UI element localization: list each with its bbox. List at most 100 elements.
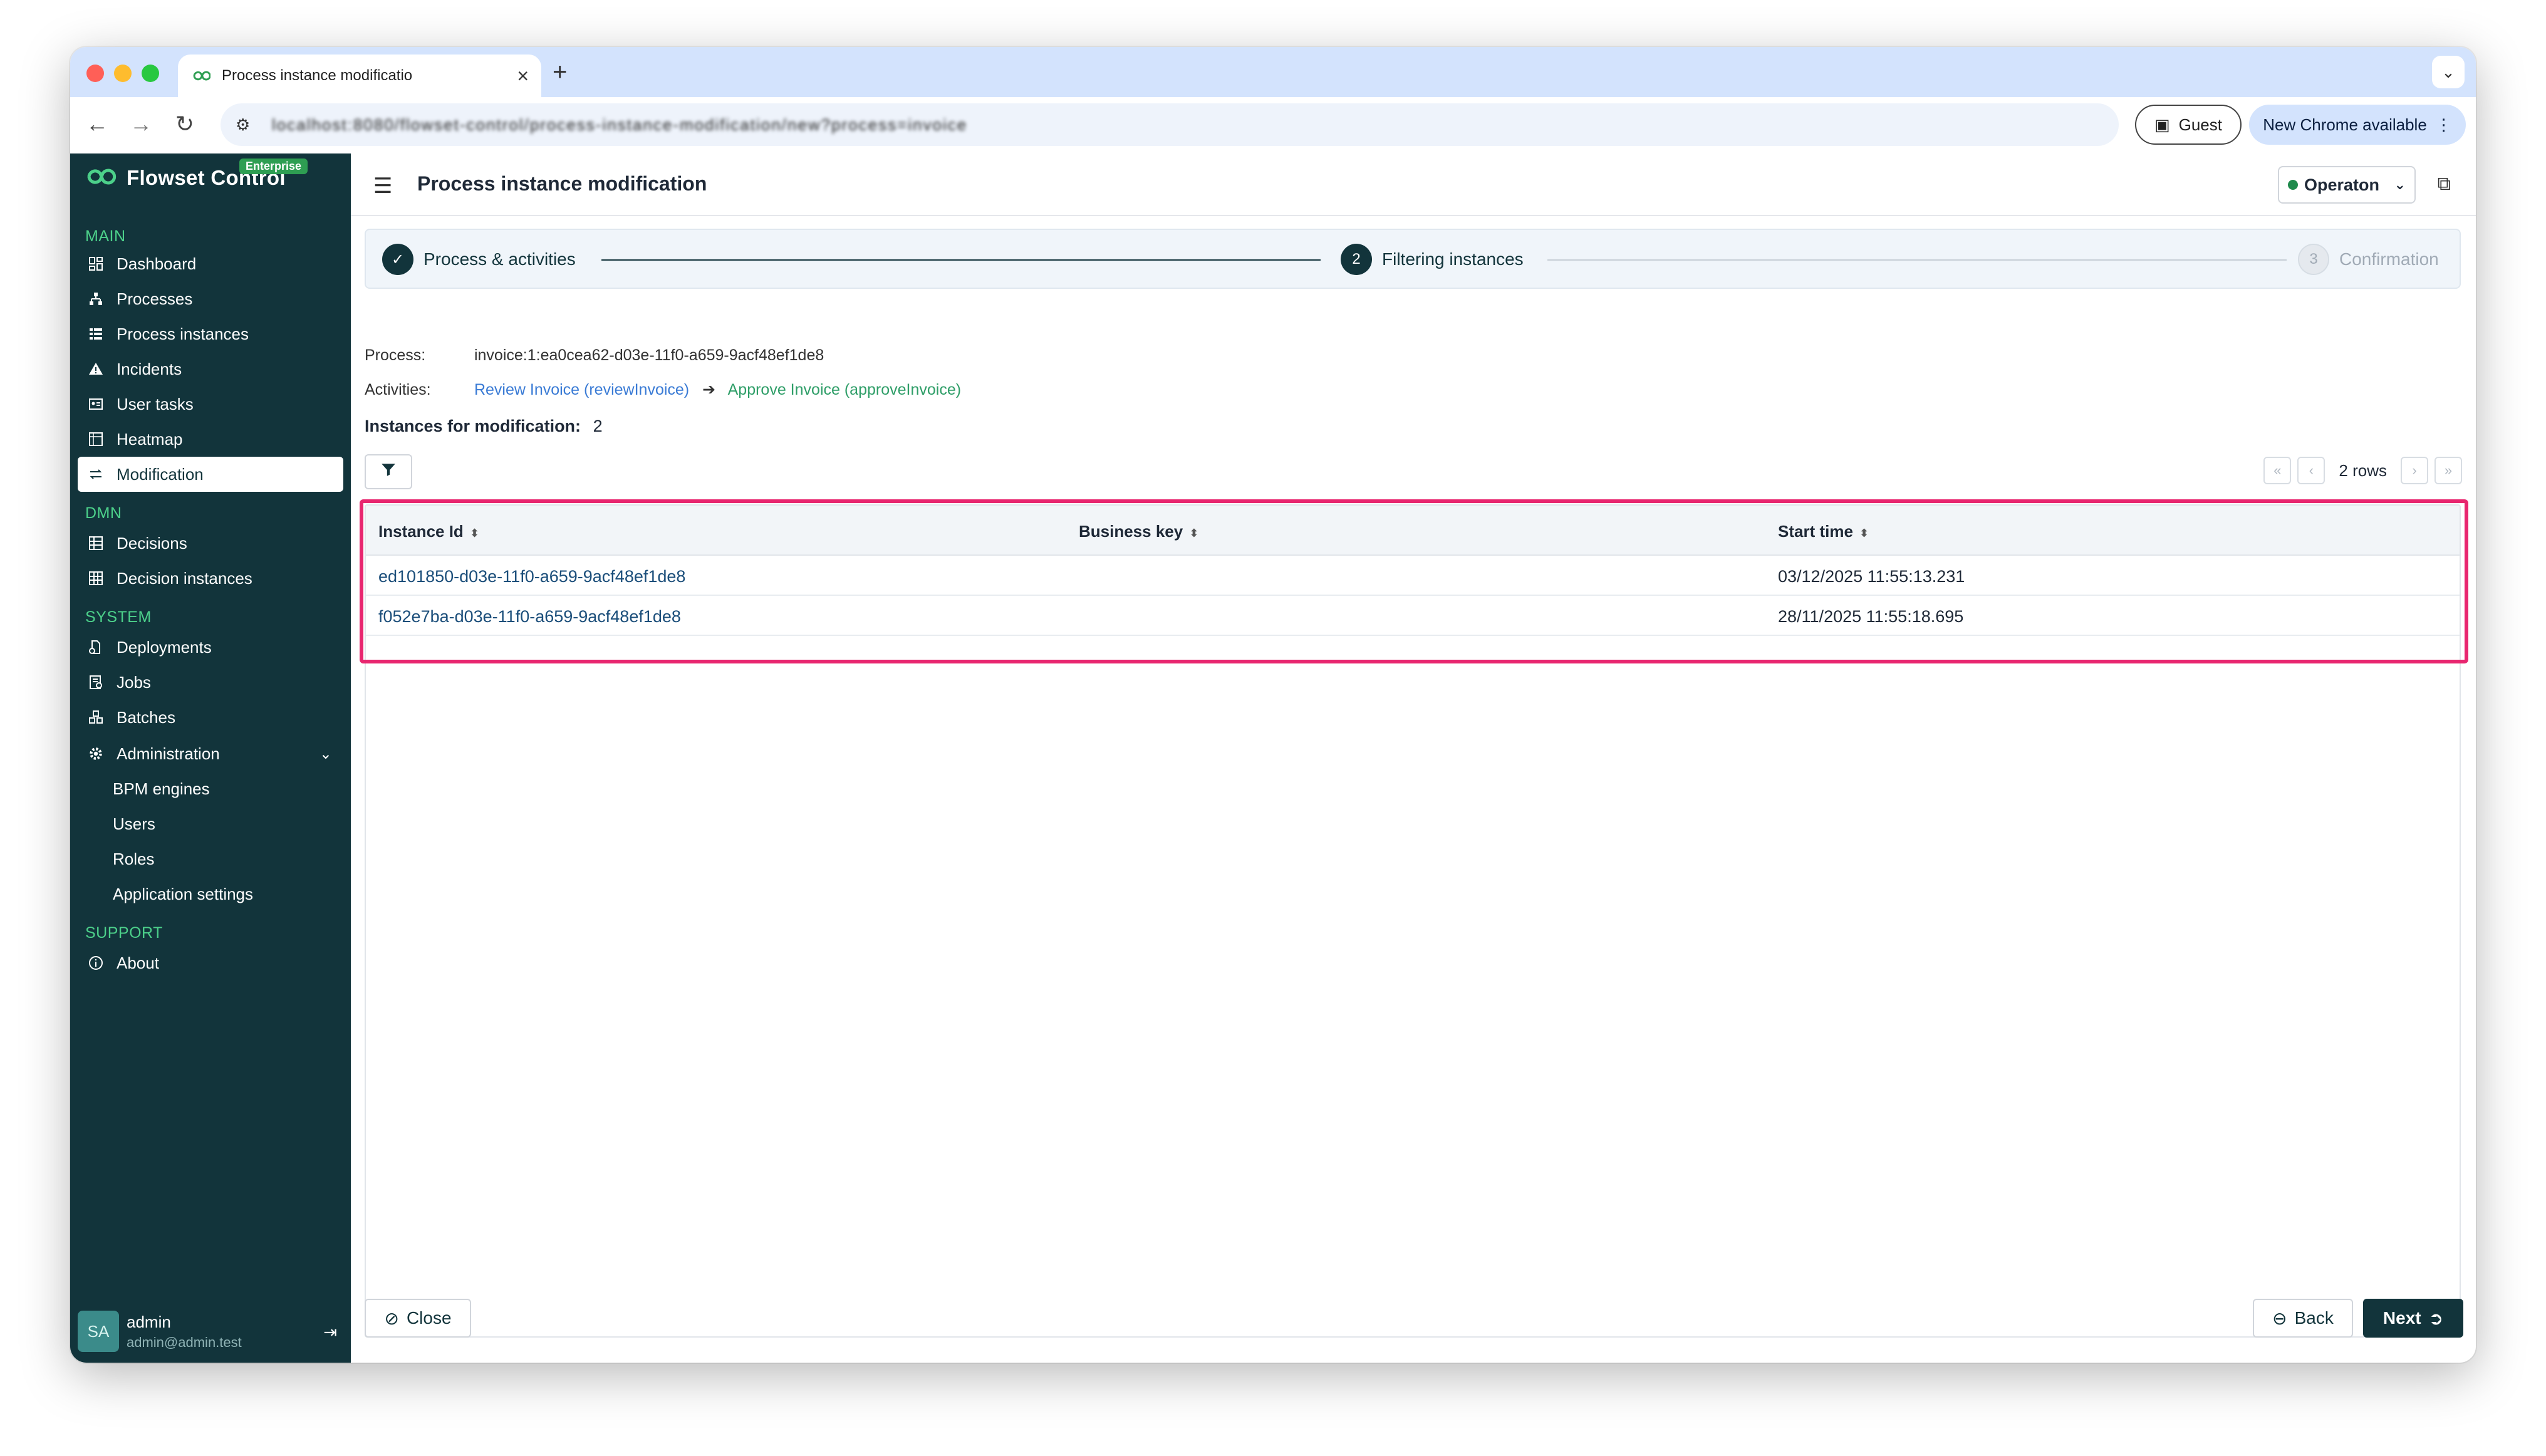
address-bar[interactable]: ⚙ localhost:8080/flowset-control/process…: [221, 103, 2119, 146]
back-button[interactable]: ⊖ Back: [2253, 1299, 2353, 1338]
sidebar-item-jobs[interactable]: Jobs: [78, 665, 343, 700]
sidebar-item-administration[interactable]: Administration ⌄: [78, 736, 343, 771]
chrome-update-button[interactable]: New Chrome available ⋮: [2249, 105, 2466, 145]
sidebar-item-label: Process instances: [117, 324, 249, 343]
chevron-down-icon: ⌄: [2394, 177, 2406, 192]
warning-icon: [86, 360, 105, 378]
sidebar-item-incidents[interactable]: Incidents: [78, 351, 343, 387]
sidebar-item-label: Users: [113, 814, 155, 833]
reload-icon[interactable]: ↻: [170, 111, 199, 137]
logout-icon[interactable]: ⇥: [323, 1323, 337, 1342]
sidebar-item-users[interactable]: Users: [78, 806, 343, 841]
sidebar-item-decisions[interactable]: Decisions: [78, 526, 343, 561]
next-page-icon[interactable]: ›: [2401, 457, 2428, 484]
tab-strip: Process instance modificatio × + ⌄: [70, 47, 2476, 97]
sidebar-item-bpm-engines[interactable]: BPM engines: [78, 771, 343, 806]
sidebar-item-user-tasks[interactable]: User tasks: [78, 387, 343, 422]
browser-tab[interactable]: Process instance modificatio ×: [178, 55, 541, 97]
sidebar-item-roles[interactable]: Roles: [78, 841, 343, 876]
flowset-logo-icon: [85, 167, 118, 190]
dashboard-icon: [86, 254, 105, 273]
avatar: SA: [78, 1311, 119, 1352]
engine-name: Operaton: [2304, 175, 2380, 194]
deploy-icon: [86, 638, 105, 657]
tab-close-icon[interactable]: ×: [517, 65, 529, 88]
sidebar-item-about[interactable]: About: [78, 945, 343, 980]
last-page-icon[interactable]: »: [2434, 457, 2462, 484]
sidebar-item-decision-instances[interactable]: Decision instances: [78, 561, 343, 596]
activity-from-link[interactable]: Review Invoice (reviewInvoice): [474, 381, 689, 398]
arrow-right-icon: ➔: [702, 381, 716, 398]
section-main: MAIN: [85, 227, 126, 245]
next-button[interactable]: Next ➲: [2363, 1299, 2463, 1338]
step-filtering-instances[interactable]: 2 Filtering instances: [1341, 244, 1524, 275]
close-label: Close: [406, 1308, 452, 1328]
tab-search-icon[interactable]: ⌄: [2432, 56, 2465, 88]
highlight-box: [360, 499, 2468, 663]
guest-profile-button[interactable]: ▣ Guest: [2135, 105, 2242, 145]
instances-count: Instances for modification: 2: [365, 417, 603, 436]
sidebar-item-dashboard[interactable]: Dashboard: [78, 246, 343, 281]
enterprise-badge: Enterprise: [239, 159, 308, 174]
filter-button[interactable]: [365, 454, 412, 489]
cancel-circle-icon: ⊘: [384, 1308, 399, 1328]
stepper: ✓ Process & activities 2 Filtering insta…: [365, 229, 2461, 289]
step-number: 2: [1341, 244, 1372, 275]
sidebar-item-label: Decisions: [117, 533, 187, 553]
back-label: Back: [2294, 1308, 2334, 1328]
page-title: Process instance modification: [417, 172, 707, 195]
instances-value: 2: [593, 417, 603, 435]
browser-window: Process instance modificatio × + ⌄ ← → ↻…: [70, 47, 2476, 1363]
instances-label: Instances for modification:: [365, 417, 581, 435]
maximize-window-button[interactable]: [142, 65, 159, 82]
sidebar-item-processes[interactable]: Processes: [78, 281, 343, 316]
close-button[interactable]: ⊘ Close: [365, 1299, 471, 1338]
sidebar-item-batches[interactable]: Batches: [78, 700, 343, 735]
sidebar-item-heatmap[interactable]: Heatmap: [78, 422, 343, 457]
tab-title: Process instance modificatio: [222, 67, 413, 84]
section-support: SUPPORT: [85, 924, 163, 942]
sidebar-item-label: About: [117, 953, 159, 972]
sidebar-item-label: Modification: [117, 464, 204, 484]
user-profile[interactable]: SA admin admin@admin.test ⇥: [78, 1306, 343, 1356]
prev-page-icon[interactable]: ‹: [2297, 457, 2325, 484]
site-info-icon[interactable]: ⚙: [236, 115, 257, 135]
hamburger-menu-icon[interactable]: ☰: [373, 174, 392, 199]
kebab-menu-icon: ⋮: [2435, 115, 2452, 134]
engine-status-dot: [2288, 180, 2298, 190]
user-name: admin: [127, 1312, 171, 1331]
url-text: localhost:8080/flowset-control/process-i…: [272, 115, 968, 134]
id-card-icon: [86, 395, 105, 413]
sidebar-item-process-instances[interactable]: Process instances: [78, 316, 343, 351]
first-page-icon[interactable]: «: [2263, 457, 2292, 484]
next-label: Next: [2382, 1308, 2421, 1328]
sidebar-item-label: Dashboard: [117, 254, 197, 273]
step-connector: [601, 259, 1321, 261]
step-process-activities[interactable]: ✓ Process & activities: [382, 244, 576, 275]
step-number: 3: [2298, 244, 2329, 275]
list-icon: [86, 325, 105, 343]
forward-arrow-icon[interactable]: →: [127, 111, 155, 137]
step-confirmation: 3 Confirmation: [2298, 244, 2439, 275]
guest-label: Guest: [2178, 115, 2222, 134]
minimize-window-button[interactable]: [114, 65, 132, 82]
step-label: Confirmation: [2339, 249, 2439, 269]
sidebar-item-label: Incidents: [117, 359, 182, 378]
flowset-logo-icon: [190, 65, 212, 86]
sidebar-item-label: Batches: [117, 707, 175, 727]
arrow-right-circle-icon: ➲: [2428, 1308, 2444, 1328]
cubes-icon: [86, 708, 105, 727]
back-arrow-icon[interactable]: ←: [83, 111, 112, 137]
engine-settings-icon[interactable]: ⧉: [2438, 174, 2451, 195]
sidebar-item-label: Decision instances: [117, 568, 252, 588]
new-tab-button[interactable]: +: [553, 58, 567, 86]
activity-to-link[interactable]: Approve Invoice (approveInvoice): [728, 381, 961, 398]
engine-select[interactable]: Operaton ⌄: [2278, 166, 2416, 204]
sidebar-item-modification[interactable]: Modification: [78, 457, 343, 492]
close-window-button[interactable]: [86, 65, 104, 82]
table-icon: [86, 534, 105, 553]
sidebar-item-deployments[interactable]: Deployments: [78, 630, 343, 665]
profile-icon: ▣: [2154, 115, 2170, 134]
sidebar-item-application-settings[interactable]: Application settings: [78, 876, 343, 912]
browser-toolbar: ← → ↻ ⚙ localhost:8080/flowset-control/p…: [70, 97, 2476, 153]
